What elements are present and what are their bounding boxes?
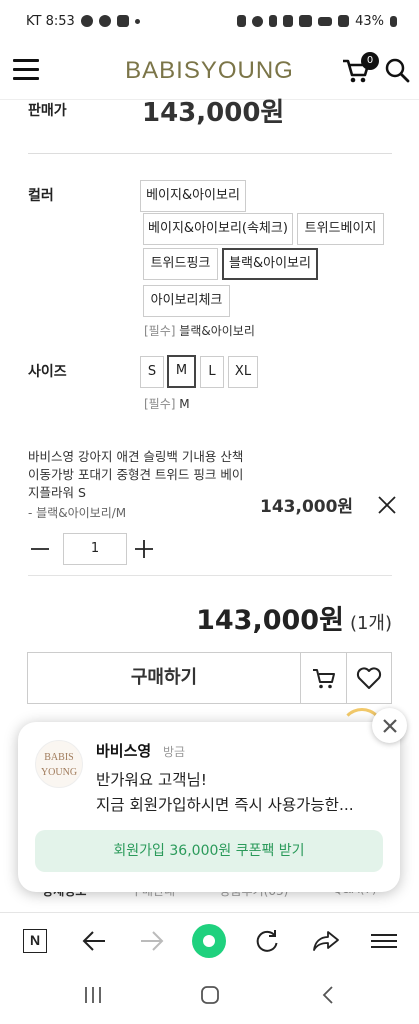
arrow-right-icon [141, 931, 164, 951]
color-chip-tweed-beige[interactable]: 트위드베이지 [297, 213, 384, 245]
gallery-notification-icon [116, 15, 129, 27]
size-selected-note: [필수] M [144, 395, 190, 412]
quantity-plus-icon[interactable] [133, 538, 155, 560]
color-chip-tweed-pink[interactable]: 트위드핑크 [143, 248, 218, 280]
color-chip-black-ivory[interactable]: 블랙&아이보리 [222, 248, 318, 280]
required-tag: [필수] [144, 324, 176, 338]
popup-message-line1: 반가워요 고객님! [96, 771, 207, 789]
color-option-label: 컬러 [28, 188, 54, 204]
cart-count-badge: 0 [361, 52, 379, 70]
chat-popup[interactable]: BABIS YOUNG 바비스영 방금 반가워요 고객님! 지금 회원가입하시면… [18, 722, 400, 892]
hd-icon [318, 16, 333, 26]
share-button[interactable] [311, 926, 341, 956]
browser-toolbar: N [0, 912, 419, 968]
mute-icon [283, 15, 294, 27]
color-chip-beige-ivory[interactable]: 베이지&아이보리 [140, 180, 246, 212]
required-tag: [필수] [144, 397, 176, 411]
green-dot-icon [192, 924, 226, 958]
color-selected-value: 블랙&아이보리 [179, 324, 255, 338]
share-arrow-icon [313, 931, 339, 951]
back-button[interactable] [79, 926, 109, 956]
forward-button[interactable] [137, 926, 167, 956]
total-price: 143,000원 (1개) [196, 598, 392, 637]
popup-sender: 바비스영 [96, 742, 152, 760]
popup-message-line2: 지금 회원가입하시면 즉시 사용가능한... [96, 796, 354, 814]
alarm-icon [252, 15, 264, 27]
carrier-time: KT 8:53 [26, 13, 75, 29]
avatar-text-line1: BABIS [44, 752, 74, 763]
lock-icon [237, 15, 247, 27]
size-option-label: 사이즈 [28, 364, 67, 380]
hamburger-menu-icon [371, 934, 397, 948]
quantity-minus-icon[interactable] [30, 536, 50, 562]
purchase-actions: 구매하기 [27, 652, 392, 704]
wishlist-button[interactable] [347, 653, 391, 703]
size-chip-xl[interactable]: XL [228, 356, 258, 388]
bluetooth-icon [269, 15, 278, 27]
color-chip-ivory-check[interactable]: 아이보리체크 [143, 285, 230, 317]
green-dot-button[interactable] [190, 923, 228, 959]
naver-n-icon: N [23, 929, 47, 953]
total-price-value: 143,000원 [196, 605, 344, 636]
popup-time: 방금 [163, 745, 186, 759]
price-value: 143,000원 [142, 98, 285, 128]
size-chip-s[interactable]: S [140, 356, 164, 388]
heart-icon [356, 667, 382, 689]
quantity-input[interactable]: 1 [63, 533, 127, 565]
color-selected-note: [필수] 블랙&아이보리 [144, 322, 255, 339]
close-icon [382, 718, 397, 733]
search-icon[interactable] [383, 56, 411, 84]
selected-product-price: 143,000원 [260, 497, 354, 517]
status-bar: KT 8:53 43% [0, 0, 419, 42]
recent-apps-icon[interactable] [82, 984, 104, 1006]
signup-coupon-button[interactable]: 회원가입 36,000원 쿠폰팩 받기 [35, 830, 383, 872]
battery-level: 43% [355, 13, 384, 29]
browser-menu-button[interactable] [369, 926, 399, 956]
system-navigation-bar [0, 968, 419, 1024]
back-nav-icon[interactable] [318, 984, 340, 1006]
remove-item-close-icon[interactable] [376, 494, 398, 516]
signal-icon [338, 15, 350, 27]
arrow-left-icon [82, 931, 105, 951]
talk-notification-icon [80, 15, 93, 27]
price-label: 판매가 [28, 103, 67, 119]
size-selected-value: M [179, 397, 190, 411]
home-icon[interactable] [199, 984, 221, 1006]
total-item-count: (1개) [349, 613, 392, 634]
naver-home-button[interactable]: N [20, 926, 50, 956]
wifi-icon [299, 15, 313, 27]
more-notifications-dot-icon [134, 18, 140, 24]
avatar-text-line2: YOUNG [40, 767, 78, 778]
divider [28, 575, 392, 576]
color-chip-beige-ivory-check[interactable]: 베이지&아이보리(속체크) [143, 213, 293, 245]
price-row: 판매가 143,000원 [28, 90, 392, 154]
refresh-button[interactable] [252, 926, 282, 956]
battery-icon [390, 15, 397, 27]
refresh-icon [256, 930, 278, 952]
add-to-cart-button[interactable] [301, 653, 347, 703]
avatar: BABIS YOUNG [35, 740, 83, 788]
buy-button[interactable]: 구매하기 [28, 653, 301, 703]
cart-icon [312, 669, 335, 689]
selected-product-name: 바비스영 강아지 애견 슬링백 기내용 산책 이동가방 포대기 중형견 트위드 … [28, 449, 244, 500]
size-chip-m[interactable]: M [167, 355, 196, 388]
chat-notification-icon [98, 15, 111, 27]
size-chip-l[interactable]: L [200, 356, 224, 388]
selected-product-option: - 블랙&아이보리/M [28, 506, 127, 520]
popup-message: 반가워요 고객님! 지금 회원가입하시면 즉시 사용가능한... [96, 768, 386, 818]
popup-close-button[interactable] [372, 708, 407, 743]
